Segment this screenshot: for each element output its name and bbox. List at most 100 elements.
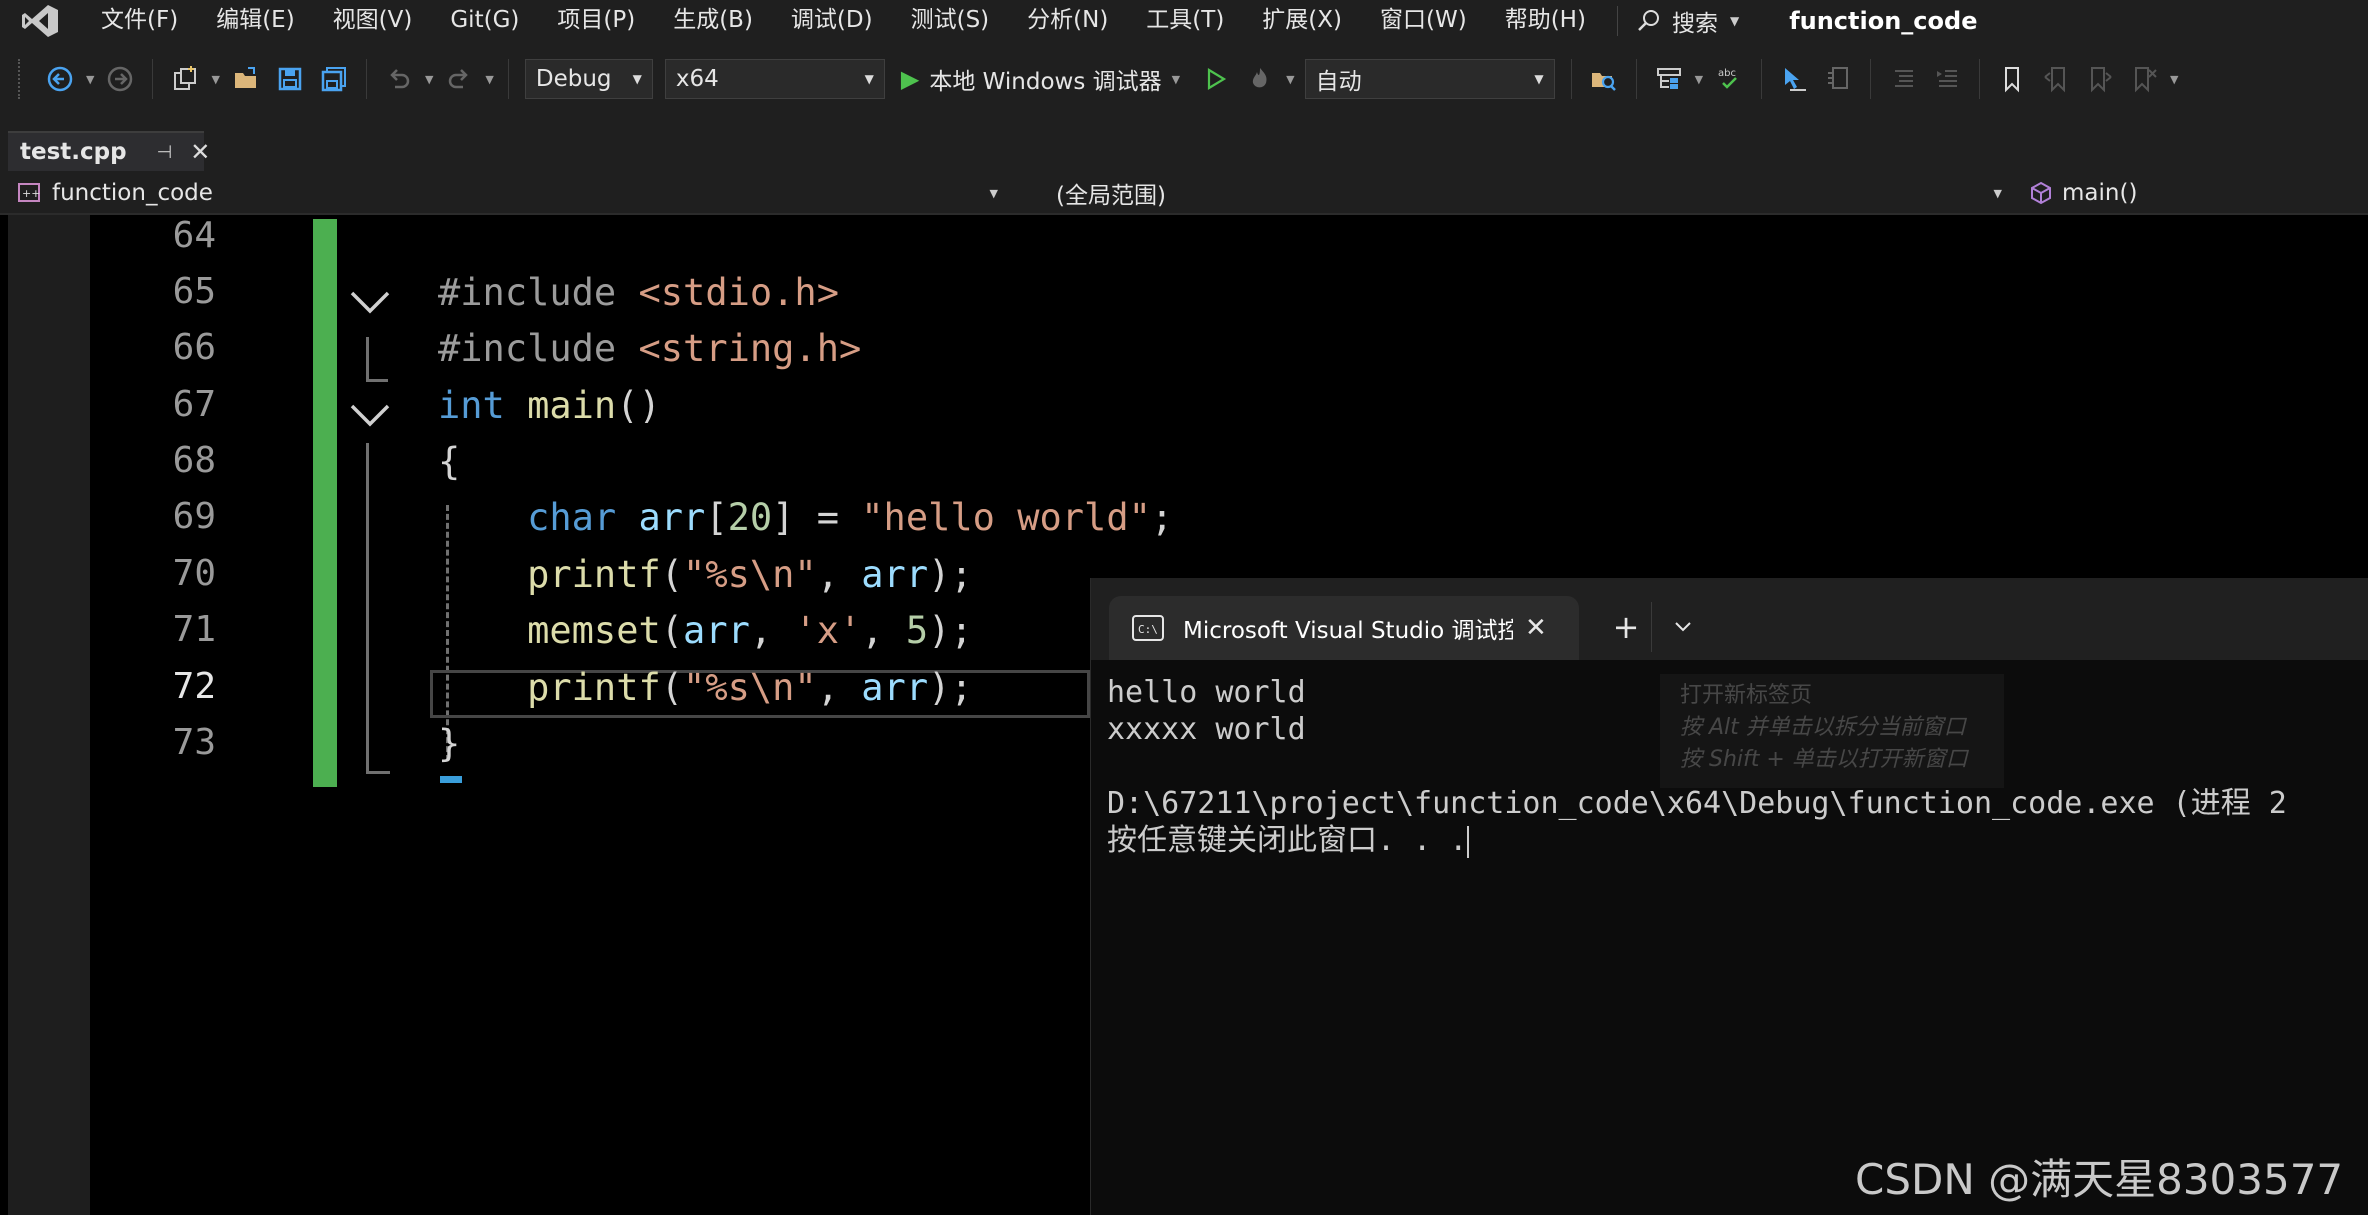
toolbar-overflow-icon[interactable]: ▼ — [2170, 73, 2178, 86]
undo-icon[interactable] — [384, 64, 414, 94]
collapse-chevron-icon[interactable] — [348, 287, 392, 317]
menu-test[interactable]: 测试(S) — [892, 0, 1009, 41]
chevron-down-icon — [1675, 622, 1691, 632]
menu-analyze[interactable]: 分析(N) — [1008, 0, 1127, 41]
bookmark-icon[interactable] — [1997, 64, 2027, 94]
menu-git[interactable]: Git(G) — [431, 0, 538, 41]
start-debugging-button[interactable]: ▶ 本地 Windows 调试器 ▼ — [901, 62, 1184, 96]
menu-build[interactable]: 生成(B) — [654, 0, 772, 41]
token-string: "%s\n" — [683, 553, 817, 596]
chevron-down-icon[interactable]: ▼ — [485, 73, 493, 86]
chevron-down-icon[interactable]: ▼ — [1286, 73, 1294, 86]
code-line-73[interactable]: } — [438, 722, 460, 765]
tab-test-cpp[interactable]: test.cpp ⊣ ✕ — [8, 131, 210, 171]
menu-debug[interactable]: 调试(D) — [772, 0, 892, 41]
menu-file[interactable]: 文件(F) — [82, 0, 197, 41]
svg-text:++: ++ — [22, 187, 40, 200]
new-tab-button[interactable]: + — [1601, 602, 1652, 652]
toolbar-separator — [1570, 59, 1572, 99]
terminal-titlebar[interactable]: C:\ Microsoft Visual Studio 调试控制台 ✕ + — [1091, 578, 2368, 660]
hot-reload-icon[interactable] — [1245, 64, 1275, 94]
pin-icon[interactable]: ⊣ — [157, 142, 173, 163]
collapse-chevron-icon[interactable] — [348, 400, 392, 430]
chevron-down-icon[interactable]: ▼ — [1172, 73, 1180, 86]
outline-guide — [366, 443, 369, 773]
code-line-72[interactable]: printf("%s\n", arr); — [438, 666, 973, 709]
toolbar-separator — [1870, 59, 1872, 99]
code-line-70[interactable]: printf("%s\n", arr); — [438, 553, 973, 596]
tab-dropdown-button[interactable] — [1663, 602, 1703, 652]
token-function: memset — [527, 609, 661, 652]
token-punct: , — [861, 609, 906, 652]
menu-window[interactable]: 窗口(W) — [1361, 0, 1486, 41]
tooltip-line: 打开新标签页 — [1680, 683, 1813, 708]
chevron-down-icon: ▼ — [1993, 186, 2002, 200]
redo-icon[interactable] — [444, 64, 474, 94]
project-name: function_code — [52, 180, 213, 206]
toolbar-grip[interactable] — [18, 59, 26, 99]
plus-icon: + — [1612, 608, 1640, 646]
chevron-down-icon[interactable]: ▼ — [1695, 73, 1703, 86]
clear-bookmarks-icon[interactable] — [2129, 64, 2159, 94]
code-line-67[interactable]: int main() — [438, 384, 661, 427]
line-number: 67 — [172, 384, 216, 425]
outdent-icon[interactable] — [1888, 64, 1918, 94]
menu-separator — [1616, 5, 1618, 36]
auto-combo[interactable]: 自动 ▼ — [1304, 59, 1555, 99]
token-string: "hello world" — [861, 496, 1151, 539]
toolbar-separator — [1635, 59, 1637, 99]
search-icon — [1638, 9, 1659, 31]
token-variable: arr — [861, 666, 929, 709]
method-icon — [2028, 181, 2054, 205]
open-folder-icon[interactable] — [231, 64, 261, 94]
find-in-files-icon[interactable] — [1589, 64, 1619, 94]
menu-edit[interactable]: 编辑(E) — [197, 0, 313, 41]
scope-dropdown[interactable]: (全局范围) ▼ — [1016, 175, 2012, 211]
token-punct: ; — [1150, 496, 1174, 539]
navigate-back-icon[interactable] — [45, 64, 75, 94]
indicator-margin[interactable] — [8, 215, 90, 1215]
chevron-down-icon[interactable]: ▼ — [86, 73, 94, 86]
next-bookmark-icon[interactable] — [2085, 64, 2115, 94]
code-line-69[interactable]: char arr[20] = "hello world"; — [438, 496, 1173, 539]
save-icon[interactable] — [275, 64, 305, 94]
member-dropdown[interactable]: main() — [2022, 175, 2368, 211]
visual-studio-logo-icon[interactable] — [18, 2, 62, 40]
start-without-debugging-icon[interactable] — [1201, 64, 1231, 94]
platform-combo[interactable]: x64 ▼ — [664, 59, 885, 99]
change-tracking-bar — [313, 219, 337, 787]
terminal-tab[interactable]: C:\ Microsoft Visual Studio 调试控制台 ✕ — [1109, 596, 1579, 660]
menu-help[interactable]: 帮助(H) — [1486, 0, 1605, 41]
search-box[interactable]: 搜索 ▼ — [1636, 4, 1739, 38]
save-all-icon[interactable] — [319, 64, 349, 94]
spell-check-icon[interactable]: abc — [1714, 64, 1744, 94]
chevron-down-icon[interactable]: ▼ — [211, 73, 219, 86]
chevron-down-icon: ▼ — [1729, 13, 1740, 28]
previous-bookmark-icon[interactable] — [2041, 64, 2071, 94]
menu-extensions[interactable]: 扩展(X) — [1243, 0, 1361, 41]
code-line-71[interactable]: memset(arr, 'x', 5); — [438, 609, 973, 652]
solution-explorer-icon[interactable] — [1654, 64, 1684, 94]
code-line-65[interactable]: #include <stdio.h> — [438, 271, 839, 314]
token-punct: () — [616, 384, 661, 427]
menu-project[interactable]: 项目(P) — [538, 0, 654, 41]
close-icon[interactable]: ✕ — [190, 138, 210, 166]
close-icon[interactable]: ✕ — [1525, 613, 1547, 643]
menu-view[interactable]: 视图(V) — [314, 0, 432, 41]
indent-icon[interactable] — [1932, 64, 1962, 94]
select-element-icon[interactable] — [1779, 64, 1809, 94]
menu-tools[interactable]: 工具(T) — [1127, 0, 1243, 41]
token-punct: ); — [928, 553, 973, 596]
configuration-combo[interactable]: Debug ▼ — [524, 59, 653, 99]
comment-block-icon[interactable] — [1823, 64, 1853, 94]
chevron-down-icon[interactable]: ▼ — [425, 73, 433, 86]
new-project-icon[interactable] — [170, 64, 200, 94]
project-dropdown[interactable]: ++ function_code ▼ — [12, 175, 1008, 211]
navigation-bar: ++ function_code ▼ (全局范围) ▼ main() — [0, 171, 2368, 215]
chevron-down-icon: ▼ — [989, 186, 998, 200]
tab-label: test.cpp — [20, 139, 127, 165]
navigate-forward-icon[interactable] — [105, 64, 135, 94]
code-line-66[interactable]: #include <string.h> — [438, 327, 861, 370]
code-line-68[interactable]: { — [438, 440, 460, 483]
console-prompt-text: 按任意键关闭此窗口. . . — [1107, 823, 1468, 858]
